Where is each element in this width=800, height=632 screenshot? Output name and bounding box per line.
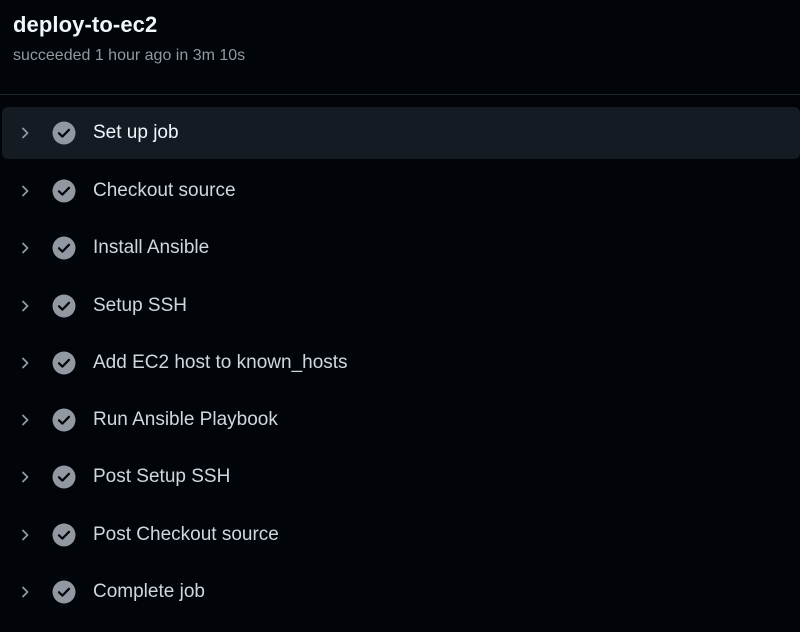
step-label: Install Ansible [93, 237, 210, 259]
step-row[interactable]: Add EC2 host to known_hosts [0, 334, 800, 391]
step-row[interactable]: Checkout source [0, 162, 800, 219]
chevron-right-icon[interactable] [17, 412, 33, 428]
step-label: Checkout source [93, 179, 236, 201]
chevron-right-icon[interactable] [17, 584, 33, 600]
chevron-right-icon[interactable] [17, 125, 33, 141]
step-row[interactable]: Post Checkout source [0, 506, 800, 563]
step-row[interactable]: Run Ansible Playbook [0, 391, 800, 448]
step-row[interactable]: Complete job [0, 563, 800, 620]
chevron-right-icon[interactable] [17, 469, 33, 485]
step-row[interactable]: Setup SSH [0, 277, 800, 334]
chevron-right-icon[interactable] [17, 527, 33, 543]
step-label: Set up job [93, 122, 179, 143]
step-label: Post Checkout source [93, 523, 279, 545]
check-circle-icon [52, 523, 76, 547]
check-circle-icon [52, 408, 76, 432]
check-circle-icon [52, 465, 76, 489]
step-label: Add EC2 host to known_hosts [93, 351, 348, 373]
step-list: Set up job Checkout source Install Ansib… [0, 105, 800, 621]
header-divider [0, 94, 800, 95]
step-label: Setup SSH [93, 294, 187, 316]
check-circle-icon [52, 179, 76, 203]
check-circle-icon [52, 236, 76, 260]
check-circle-icon [52, 580, 76, 604]
job-log-panel: deploy-to-ec2 succeeded 1 hour ago in 3m… [0, 0, 800, 632]
job-title: deploy-to-ec2 [13, 12, 158, 37]
job-header: deploy-to-ec2 succeeded 1 hour ago in 3m… [0, 0, 800, 94]
step-row[interactable]: Set up job [2, 107, 800, 159]
step-label: Complete job [93, 581, 205, 603]
chevron-right-icon[interactable] [17, 240, 33, 256]
step-row[interactable]: Install Ansible [0, 220, 800, 277]
chevron-right-icon[interactable] [17, 298, 33, 314]
check-circle-icon [52, 121, 76, 145]
step-label: Post Setup SSH [93, 466, 231, 488]
check-circle-icon [52, 351, 76, 375]
chevron-right-icon[interactable] [17, 183, 33, 199]
job-status-summary: succeeded 1 hour ago in 3m 10s [13, 47, 246, 64]
step-label: Run Ansible Playbook [93, 409, 278, 431]
check-circle-icon [52, 294, 76, 318]
chevron-right-icon[interactable] [17, 355, 33, 371]
step-row[interactable]: Post Setup SSH [0, 449, 800, 506]
